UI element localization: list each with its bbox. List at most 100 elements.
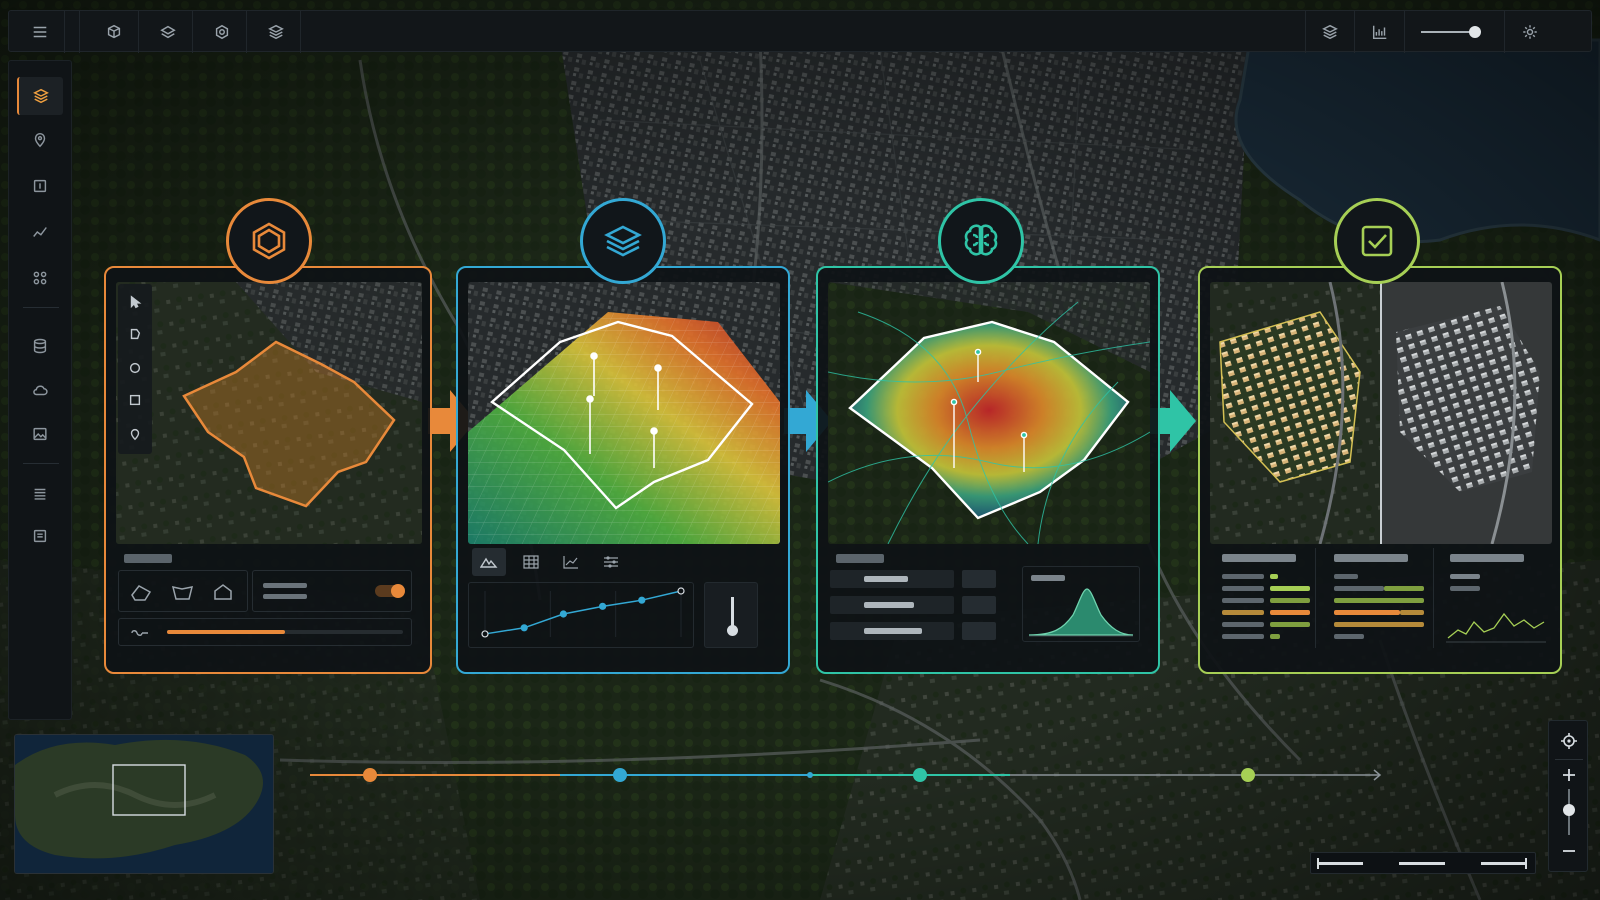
- gear-icon: [1523, 25, 1537, 39]
- sidebar-item-layers[interactable]: [17, 77, 63, 115]
- model-feature-bars: [830, 566, 1016, 646]
- area-selection-view[interactable]: [116, 282, 422, 544]
- sidebar-item-trends[interactable]: [17, 213, 63, 251]
- shape-preset-1-icon[interactable]: [129, 583, 153, 601]
- map-scale-bar: [1310, 852, 1536, 874]
- shape-preset-3-icon[interactable]: [211, 583, 235, 601]
- pin-tool[interactable]: [123, 422, 147, 446]
- analytics-button[interactable]: [1355, 11, 1405, 53]
- zoom-slider-thumb[interactable]: [1563, 803, 1575, 816]
- sidebar-item-frame[interactable]: [17, 167, 63, 205]
- timeline-marker-layer-analysis[interactable]: [613, 768, 627, 782]
- map-pin-icon: [34, 132, 46, 148]
- panel-heading-placeholder: [836, 554, 884, 563]
- layers-panel-button[interactable]: [1305, 11, 1355, 53]
- zoom-out-button[interactable]: [1557, 841, 1581, 861]
- elevation-point: [559, 610, 568, 618]
- zoom-in-icon: [1563, 769, 1575, 781]
- panel-heading-placeholder: [124, 554, 172, 563]
- circle-icon: [129, 362, 141, 374]
- sidebar-item-database[interactable]: [17, 327, 63, 365]
- terrain-icon: [480, 557, 498, 568]
- hexagon-icon: [215, 24, 228, 40]
- stack-tool-button[interactable]: [251, 11, 301, 53]
- workflow-timeline[interactable]: [310, 760, 1390, 790]
- locate-button[interactable]: [1557, 729, 1581, 753]
- tab-chart[interactable]: [554, 548, 588, 576]
- prediction-distribution-chart: [1022, 566, 1140, 642]
- tab-terrain[interactable]: [472, 548, 506, 576]
- link-icon: [131, 630, 148, 636]
- geospatial-workflow-app: [0, 0, 1600, 900]
- ai-heatmap-view[interactable]: [828, 282, 1150, 544]
- elevation-line-chart: [468, 582, 694, 648]
- timeline-marker-results[interactable]: [1241, 768, 1255, 782]
- brain-icon: [964, 224, 998, 256]
- terrain-heat-view[interactable]: [468, 282, 780, 544]
- cube-icon: [107, 24, 120, 39]
- map-pin-icon: [130, 428, 140, 441]
- report-icon: [33, 529, 47, 543]
- database-icon: [33, 338, 47, 354]
- timeline-tick: [807, 772, 813, 778]
- circle-tool[interactable]: [123, 356, 147, 380]
- sidebar-item-network[interactable]: [17, 259, 63, 297]
- stage-badge-layer-analysis: [580, 198, 666, 284]
- menu-icon: [33, 26, 46, 38]
- sidebar-item-imagery[interactable]: [17, 415, 63, 453]
- elevation-point: [638, 596, 646, 604]
- pointer-tool[interactable]: [123, 290, 147, 314]
- map-zoom-controls: [1548, 720, 1588, 872]
- settings-row: [252, 570, 412, 612]
- stage-badge-define-area: [226, 198, 312, 284]
- shape-presets: [118, 570, 248, 612]
- square-tool[interactable]: [123, 388, 147, 412]
- tab-grid[interactable]: [514, 548, 548, 576]
- stage-card-results[interactable]: [1198, 266, 1562, 674]
- pointer-icon: [130, 295, 142, 309]
- slider-thumb[interactable]: [1469, 26, 1481, 38]
- sidebar-item-cloud[interactable]: [17, 371, 63, 409]
- analytics-chart-icon: [1372, 25, 1386, 40]
- hexagon-tool-button[interactable]: [197, 11, 247, 53]
- image-icon: [33, 427, 47, 441]
- settings-button[interactable]: [1505, 11, 1555, 53]
- zoom-in-button[interactable]: [1557, 765, 1581, 785]
- layers-icon: [604, 225, 642, 257]
- tab-adjust[interactable]: [594, 548, 628, 576]
- layers-icon: [1322, 24, 1338, 40]
- stage-card-layer-analysis[interactable]: [456, 266, 790, 674]
- sidebar-item-list[interactable]: [17, 475, 63, 513]
- area-progress-bar: [167, 630, 403, 634]
- elevation-point: [520, 624, 528, 632]
- square-icon: [129, 394, 141, 406]
- stage-card-ai-modeling[interactable]: [816, 266, 1160, 674]
- trend-line-icon: [33, 227, 47, 237]
- polygon-icon: [130, 328, 141, 340]
- timeline-marker-ai-modeling[interactable]: [913, 768, 927, 782]
- list-icon: [34, 488, 46, 500]
- opacity-slider[interactable]: [1405, 11, 1505, 53]
- elevation-point: [481, 630, 489, 638]
- layers-icon: [159, 25, 176, 39]
- area-toggle[interactable]: [375, 584, 405, 598]
- sidebar-item-location[interactable]: [17, 121, 63, 159]
- zoom-out-icon: [1563, 850, 1575, 852]
- cube-tool-button[interactable]: [89, 11, 139, 53]
- layers-icon: [33, 88, 49, 104]
- stack-icon: [267, 24, 284, 40]
- sliders-icon: [604, 556, 618, 568]
- result-metrics-1: [1210, 548, 1316, 648]
- stage-card-define-area[interactable]: [104, 266, 432, 674]
- sidebar-item-report[interactable]: [17, 517, 63, 555]
- frame-icon: [33, 179, 47, 193]
- results-comparison-view[interactable]: [1210, 282, 1552, 544]
- timeline-marker-define-area[interactable]: [363, 768, 377, 782]
- menu-button[interactable]: [15, 11, 65, 53]
- layers-tool-button[interactable]: [143, 11, 193, 53]
- elevation-point: [677, 587, 685, 595]
- shape-preset-2-icon[interactable]: [171, 583, 195, 601]
- left-sidebar: [8, 60, 72, 720]
- overview-minimap[interactable]: [14, 734, 274, 874]
- polygon-tool[interactable]: [123, 322, 147, 346]
